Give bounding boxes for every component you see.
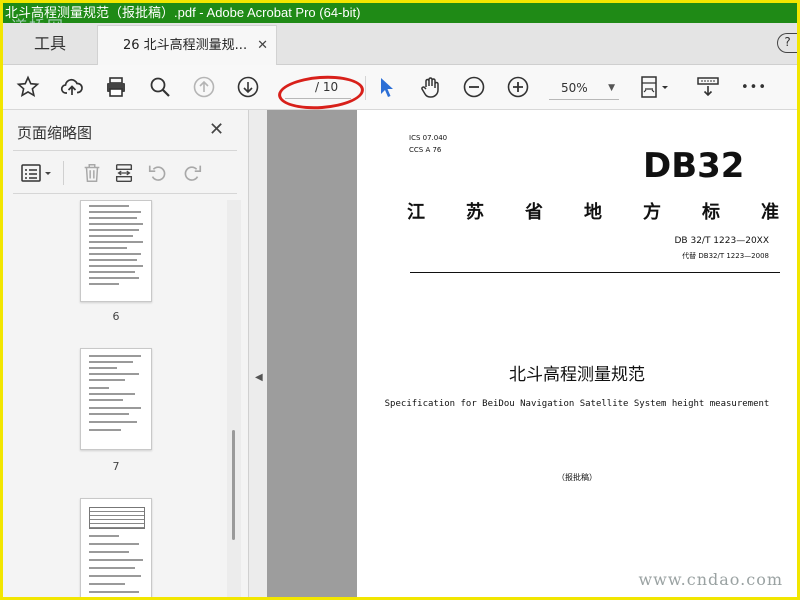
help-icon[interactable]: ?: [777, 33, 797, 53]
search-icon[interactable]: [145, 72, 175, 102]
thumbnail-scrollbar-thumb[interactable]: [232, 430, 235, 540]
document-title-en: Specification for BeiDou Navigation Sate…: [384, 399, 770, 409]
main-toolbar: / 10 50% ▼ •••: [3, 65, 797, 112]
more-icon[interactable]: •••: [739, 72, 769, 102]
star-icon[interactable]: [13, 72, 43, 102]
zoom-level-dropdown[interactable]: 50% ▼: [549, 76, 619, 100]
header-rule: [410, 272, 780, 273]
thumbnail-options-icon[interactable]: [19, 161, 55, 185]
thumbnail-list: 6 7: [3, 200, 235, 597]
tab-document[interactable]: 26 北斗高程测量规... ✕: [97, 25, 277, 65]
panel-divider: [63, 161, 64, 185]
thumbnail-page-number: 7: [112, 460, 120, 473]
replaces-standard: 代替 DB32/T 1223—2008: [682, 252, 769, 260]
province-char: 标: [702, 202, 720, 223]
page-thumbnail[interactable]: [80, 348, 152, 450]
page-down-icon[interactable]: [233, 72, 263, 102]
province-char: 地: [584, 202, 602, 223]
draft-note: （报批稿）: [557, 473, 597, 482]
insert-page-icon[interactable]: [111, 161, 137, 185]
watermark-bottom: www.cndao.com: [638, 570, 783, 589]
zoom-value: 50%: [561, 81, 588, 95]
province-char: 苏: [466, 202, 484, 223]
thumbnails-panel: 页面缩略图 ✕ 6 7: [3, 110, 249, 597]
tab-document-label: 26 北斗高程测量规...: [123, 38, 248, 53]
zoom-in-icon[interactable]: [503, 72, 533, 102]
db-logo: DB32: [643, 146, 745, 186]
province-standard-heading: 江 苏 省 地 方 标 准: [407, 198, 779, 224]
thumbnail-page-number: 6: [112, 310, 120, 323]
ics-code: ICS 07.040: [409, 134, 448, 142]
print-icon[interactable]: [101, 72, 131, 102]
select-arrow-icon[interactable]: [371, 72, 401, 102]
province-char: 省: [525, 202, 543, 223]
tab-tools[interactable]: 工具: [3, 23, 97, 65]
panel-title: 页面缩略图: [17, 124, 93, 142]
toolbar-divider: [365, 76, 366, 100]
tab-bar: 工具 26 北斗高程测量规... ✕ ?: [3, 23, 797, 65]
province-char: 江: [407, 202, 425, 223]
delete-icon[interactable]: [79, 161, 105, 185]
rotate-ccw-icon[interactable]: [145, 161, 171, 185]
page-up-icon[interactable]: [189, 72, 219, 102]
page-thumbnail[interactable]: [80, 200, 152, 302]
panel-toolbar: [13, 150, 237, 194]
ccs-code: CCS A 76: [409, 146, 442, 154]
ics-ccs-codes: ICS 07.040 CCS A 76: [409, 132, 447, 156]
pdf-page: ICS 07.040 CCS A 76 DB32 江 苏 省 地 方 标 准 D…: [357, 110, 797, 597]
hand-icon[interactable]: [415, 72, 445, 102]
province-char: 方: [643, 202, 661, 223]
standard-number: DB 32/T 1223—20XX: [674, 236, 770, 246]
document-title-cn: 北斗高程测量规范: [509, 365, 645, 385]
document-canvas-background: [267, 110, 357, 597]
scroll-mode-icon[interactable]: [693, 72, 723, 102]
chevron-left-icon: ◀: [255, 372, 263, 383]
upload-cloud-icon[interactable]: [57, 72, 87, 102]
zoom-out-icon[interactable]: [459, 72, 489, 102]
window-title-bar: 北斗高程测量规范（报批稿）.pdf - Adobe Acrobat Pro (6…: [3, 3, 797, 23]
page-thumbnail[interactable]: [80, 498, 152, 597]
panel-collapse-handle[interactable]: ◀: [249, 110, 267, 597]
page-fit-icon[interactable]: [637, 72, 673, 102]
panel-close-button[interactable]: ✕: [209, 119, 224, 140]
chevron-down-icon: ▼: [608, 83, 615, 93]
province-char: 准: [761, 202, 779, 223]
rotate-cw-icon[interactable]: [179, 161, 205, 185]
tab-close-button[interactable]: ✕: [257, 26, 268, 66]
